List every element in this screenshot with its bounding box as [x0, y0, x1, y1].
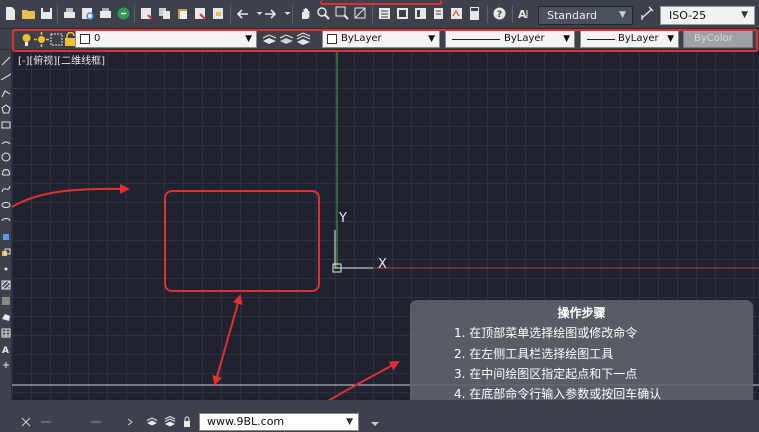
- make-block-icon[interactable]: [1, 248, 11, 258]
- svg-text:A: A: [518, 8, 527, 21]
- standard-toolbar: ? A Standard ▼ ISO-25 ▼: [0, 0, 759, 29]
- layer-states-icon[interactable]: [49, 32, 63, 46]
- command-options-icon[interactable]: [369, 418, 381, 430]
- new-file-icon[interactable]: [3, 6, 18, 21]
- instructions-title: 操作步骤: [557, 306, 606, 320]
- text-style-icon[interactable]: A: [517, 6, 532, 21]
- match-properties-icon[interactable]: [193, 6, 208, 21]
- gradient-tool-icon[interactable]: [1, 296, 11, 306]
- circle-tool-icon[interactable]: [1, 152, 11, 162]
- construction-line-icon[interactable]: [1, 72, 11, 82]
- paste-icon[interactable]: [175, 6, 190, 21]
- command-prompt-icon[interactable]: [126, 416, 138, 428]
- markup-icon[interactable]: [449, 6, 464, 21]
- chevron-down-icon: ▼: [346, 417, 353, 427]
- line-tool-icon[interactable]: [1, 56, 11, 66]
- cut-icon[interactable]: [139, 6, 154, 21]
- publish-icon[interactable]: [116, 6, 131, 21]
- zoom-window-icon[interactable]: [335, 6, 350, 21]
- zoom-previous-icon[interactable]: [353, 6, 368, 21]
- help-icon[interactable]: ?: [492, 6, 507, 21]
- add-selected-icon[interactable]: [1, 360, 11, 370]
- instruction-step: 3. 在中间绘图区指定起点和下一点: [454, 367, 638, 381]
- zoom-realtime-icon[interactable]: [316, 6, 331, 21]
- layer-select[interactable]: 0 ▼: [75, 30, 257, 48]
- rectangle-tool-icon[interactable]: [1, 120, 11, 130]
- design-center-icon[interactable]: [395, 6, 410, 21]
- insert-block-icon[interactable]: [1, 232, 11, 242]
- open-folder-icon[interactable]: [21, 6, 36, 21]
- arc-tool-icon[interactable]: [1, 136, 11, 146]
- print-icon[interactable]: [62, 6, 77, 21]
- chevron-down-icon: ▼: [619, 10, 626, 20]
- command-input[interactable]: www.9BL.com ▼: [199, 413, 359, 431]
- hatch-tool-icon[interactable]: [1, 280, 11, 290]
- redo-dropdown-icon[interactable]: [280, 6, 291, 21]
- polyline-tool-icon[interactable]: [1, 88, 11, 98]
- region-tool-icon[interactable]: [1, 312, 11, 322]
- layers-properties-toolbar: 0 ▼ ByLayer ▼ ByLayer ▼ ByLayer ▼ ByColo…: [0, 29, 759, 50]
- instruction-step: 1. 在顶部菜单选择绘图或修改命令: [454, 326, 638, 340]
- svg-text:?: ?: [497, 10, 502, 20]
- properties-icon[interactable]: [377, 6, 392, 21]
- instruction-step: 2. 在左侧工具栏选择绘图工具: [454, 347, 614, 361]
- calculator-icon[interactable]: [467, 6, 482, 21]
- save-icon[interactable]: [39, 6, 54, 21]
- draw-toolbar: A: [0, 50, 12, 400]
- multiline-text-icon[interactable]: A: [1, 344, 11, 354]
- undo-icon[interactable]: [235, 6, 250, 21]
- redo-icon[interactable]: [263, 6, 278, 21]
- dimension-style-select[interactable]: ISO-25 ▼: [660, 6, 755, 25]
- color-swatch: [327, 34, 337, 44]
- make-current-layer-icon[interactable]: [262, 32, 277, 46]
- layer-properties-icon[interactable]: [19, 32, 32, 46]
- print-preview-icon[interactable]: [80, 6, 95, 21]
- chevron-down-icon: ▼: [245, 34, 252, 44]
- recent-commands-icon[interactable]: [90, 416, 102, 428]
- instructions-panel: 操作步骤 1. 在顶部菜单选择绘图或修改命令 2. 在左侧工具栏选择绘图工具 3…: [410, 300, 753, 412]
- plot-style-select: ByColor: [683, 30, 753, 48]
- layer-previous-icon[interactable]: [279, 32, 294, 46]
- sheet-set-icon[interactable]: [431, 6, 446, 21]
- copy-icon[interactable]: [157, 6, 172, 21]
- pan-hand-icon[interactable]: [298, 6, 313, 21]
- chevron-down-icon: ▼: [741, 10, 748, 20]
- block-editor-icon[interactable]: [211, 6, 226, 21]
- lock-icon[interactable]: [63, 32, 76, 46]
- dimension-style-icon[interactable]: [640, 6, 655, 21]
- viewport-controls-label[interactable]: [-][俯视][二维线框]: [18, 52, 105, 67]
- undo-dropdown-icon[interactable]: [252, 6, 263, 21]
- color-select[interactable]: ByLayer ▼: [322, 30, 440, 48]
- tool-palettes-icon[interactable]: [413, 6, 428, 21]
- revision-cloud-icon[interactable]: [1, 168, 11, 178]
- chevron-down-icon: ▼: [667, 34, 674, 44]
- customize-icon[interactable]: [40, 416, 52, 428]
- layer-color-swatch: [80, 34, 90, 44]
- sun-icon[interactable]: [34, 32, 49, 47]
- lineweight-select[interactable]: ByLayer ▼: [580, 30, 679, 48]
- polygon-tool-icon[interactable]: [1, 104, 11, 114]
- layer-stack-icon[interactable]: [146, 416, 158, 428]
- plot-icon[interactable]: [98, 6, 113, 21]
- close-command-icon[interactable]: [20, 416, 32, 428]
- lock-bottom-icon[interactable]: [181, 416, 193, 428]
- spline-tool-icon[interactable]: [1, 184, 11, 194]
- layer-stack-2-icon[interactable]: [164, 416, 176, 428]
- linetype-select[interactable]: ByLayer ▼: [445, 30, 575, 48]
- chevron-down-icon: ▼: [563, 34, 570, 44]
- ellipse-arc-icon[interactable]: [1, 216, 11, 226]
- layer-walk-icon[interactable]: [296, 32, 311, 46]
- text-style-select[interactable]: Standard ▼: [538, 6, 633, 25]
- table-tool-icon[interactable]: [1, 328, 11, 338]
- svg-text:A: A: [2, 346, 9, 354]
- ellipse-tool-icon[interactable]: [1, 200, 11, 210]
- point-tool-icon[interactable]: [1, 264, 11, 274]
- chevron-down-icon: ▼: [428, 34, 435, 44]
